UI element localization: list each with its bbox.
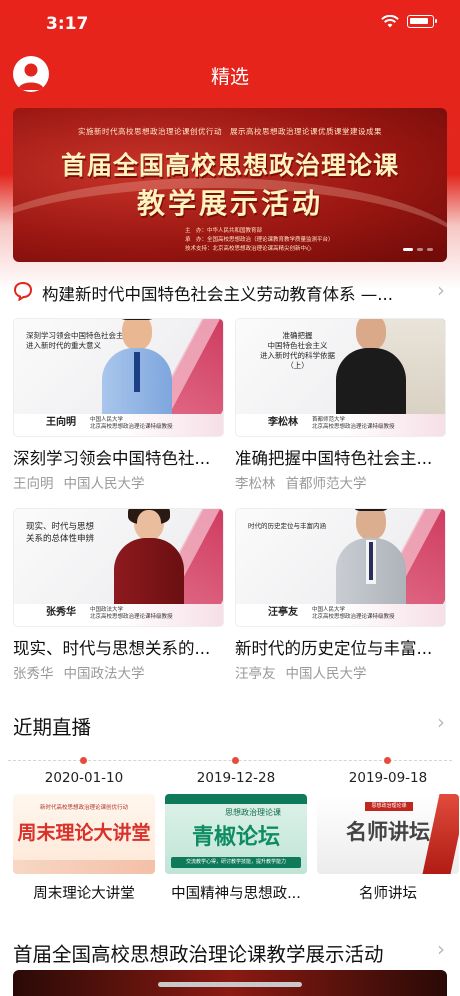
live-thumbnail[interactable]: 思想政治理论课 名师讲坛: [317, 794, 459, 874]
thumb-speaker: 张秀华: [46, 607, 76, 618]
video-title: 深刻学习领会中国特色社...: [13, 449, 211, 468]
chevron-right-icon[interactable]: ›: [437, 278, 445, 302]
live-date: 2019-12-28: [196, 770, 276, 786]
video-speaker: 李松林: [235, 476, 276, 492]
thumb-org: 中国人民大学 北京高校思想政治理论课特级教授: [312, 607, 395, 620]
speaker-photo: [328, 319, 414, 414]
live-date: 2020-01-10: [44, 770, 124, 786]
video-card[interactable]: 时代的历史定位与丰富内涵 汪亭友 中国人民大学 北京高校思想政治理论课特级教授 新…: [235, 508, 446, 682]
wifi-icon: [381, 15, 399, 28]
app-screen: 3:17 精选 实施新时代高校思想政治理论课创优行动 展示高校思想政治理论课优质…: [0, 0, 460, 996]
banner-info-line: 承 办：全国高校思想政治（理论课教育教学质量监测平台）: [185, 237, 334, 243]
battery-icon: [407, 15, 437, 28]
page-title: 精选: [210, 66, 249, 88]
video-thumbnail[interactable]: 准确把握 中国特色社会主义 进入新时代的科学依据 （上） 李松林 首都师范大学 北京高…: [235, 318, 446, 437]
status-time: 3:17: [46, 14, 89, 34]
live-name: 名师讲坛: [359, 886, 417, 902]
timeline-dot: [384, 757, 391, 764]
video-org: 中国人民大学: [63, 476, 145, 492]
live-item[interactable]: 2019-12-28 思想政治理论课 青椒论坛 交流教学心得，研讨教学技能，提升…: [165, 770, 307, 903]
timeline-dot: [80, 757, 87, 764]
speech-bubble-icon: [13, 281, 33, 301]
live-date: 2019-09-18: [348, 770, 428, 786]
thumb-speaker: 李松林: [268, 417, 298, 428]
live-item[interactable]: 2020-01-10 新时代高校思想政治理论课创优行动 周末理论大讲堂 周末理论…: [13, 770, 155, 903]
thumb-org: 中国人民大学 北京高校思想政治理论课特级教授: [90, 417, 173, 430]
video-card[interactable]: 深刻学习领会中国特色社会主义 进入新时代的重大意义 王向明 中国人民大学 北京高校思…: [13, 318, 224, 492]
live-thumbnail[interactable]: 新时代高校思想政治理论课创优行动 周末理论大讲堂: [13, 794, 155, 874]
speaker-photo: [106, 509, 192, 604]
video-org: 中国政法大学: [63, 666, 145, 682]
video-meta: 汪亭友 中国人民大学: [235, 662, 446, 682]
carousel-dot-active[interactable]: [403, 248, 413, 251]
banner-carousel[interactable]: 实施新时代高校思想政治理论课创优行动 展示高校思想政治理论课优质课堂建设成果 首…: [13, 108, 447, 262]
carousel-dot[interactable]: [417, 248, 423, 251]
banner-title-line2: 教学展示活动: [136, 187, 323, 220]
thumb-topic: 时代的历史定位与丰富内涵: [248, 522, 326, 530]
video-meta: 张秀华 中国政法大学: [13, 662, 224, 682]
live-item[interactable]: 2019-09-18 思想政治理论课 名师讲坛 名师讲坛: [317, 770, 459, 903]
thumb-speaker: 王向明: [46, 417, 76, 428]
home-indicator: [158, 982, 302, 987]
video-thumbnail[interactable]: 时代的历史定位与丰富内涵 汪亭友 中国人民大学 北京高校思想政治理论课特级教授: [235, 508, 446, 627]
speaker-photo: [328, 509, 414, 604]
activity-section-title: 首届全国高校思想政治理论课教学展示活动: [13, 943, 384, 966]
video-speaker: 汪亭友: [235, 666, 276, 682]
video-org: 首都师范大学: [285, 476, 367, 492]
video-speaker: 张秀华: [13, 666, 54, 682]
live-name: 周末理论大讲堂: [33, 886, 135, 902]
video-card[interactable]: 现实、时代与思想 关系的总体性申辨 张秀华 中国政法大学 北京高校思想政治理论课特级…: [13, 508, 224, 682]
thumb-topic: 准确把握 中国特色社会主义 进入新时代的科学依据 （上）: [260, 331, 335, 370]
banner-info-line: 主 办：中华人民共和国教育部: [185, 228, 263, 234]
banner-title-line1: 首届全国高校思想政治理论课: [60, 151, 399, 180]
speaker-photo: [94, 319, 180, 414]
thumb-org: 首都师范大学 北京高校思想政治理论课特级教授: [312, 417, 395, 430]
video-thumbnail[interactable]: 深刻学习领会中国特色社会主义 进入新时代的重大意义 王向明 中国人民大学 北京高校思…: [13, 318, 224, 437]
banner-subtitle: 实施新时代高校思想政治理论课创优行动 展示高校思想政治理论课优质课堂建设成果: [78, 127, 382, 136]
live-section-title: 近期直播: [13, 716, 92, 739]
video-card[interactable]: 准确把握 中国特色社会主义 进入新时代的科学依据 （上） 李松林 首都师范大学 北京高…: [235, 318, 446, 492]
carousel-dot[interactable]: [427, 248, 433, 251]
carousel-indicator: [403, 248, 433, 251]
video-title: 新时代的历史定位与丰富...: [235, 639, 433, 658]
thumb-speaker: 汪亭友: [268, 607, 298, 618]
thumb-topic: 现实、时代与思想 关系的总体性申辨: [26, 522, 95, 544]
banner-info-line: 技术支持：北京高校思想政治理论课高精尖创新中心: [185, 246, 312, 252]
nav-bar: 精选: [0, 54, 460, 94]
video-meta: 王向明 中国人民大学: [13, 472, 224, 492]
thumb-org: 中国政法大学 北京高校思想政治理论课特级教授: [90, 607, 173, 620]
live-name: 中国精神与思想政...: [171, 886, 301, 902]
chevron-right-icon[interactable]: ›: [437, 937, 445, 961]
live-thumbnail[interactable]: 思想政治理论课 青椒论坛 交流教学心得，研讨教学技能，提升教学能力: [165, 794, 307, 874]
timeline-dot: [232, 757, 239, 764]
status-icons: [381, 15, 437, 28]
video-thumbnail[interactable]: 现实、时代与思想 关系的总体性申辨 张秀华 中国政法大学 北京高校思想政治理论课特级…: [13, 508, 224, 627]
status-bar: 3:17: [0, 0, 460, 48]
video-meta: 李松林 首都师范大学: [235, 472, 446, 492]
video-title: 现实、时代与思想关系的...: [13, 639, 211, 658]
chevron-right-icon[interactable]: ›: [437, 710, 445, 734]
banner-info: 主 办：中华人民共和国教育部 承 办：全国高校思想政治（理论课教育教学质量监测平…: [185, 227, 334, 254]
video-org: 中国人民大学: [285, 666, 367, 682]
announcement-text: 构建新时代中国特色社会主义劳动教育体系 —...: [42, 285, 393, 304]
video-title: 准确把握中国特色社会主...: [235, 449, 433, 468]
announcement-bar[interactable]: 构建新时代中国特色社会主义劳动教育体系 —... ›: [13, 278, 447, 304]
video-speaker: 王向明: [13, 476, 54, 492]
